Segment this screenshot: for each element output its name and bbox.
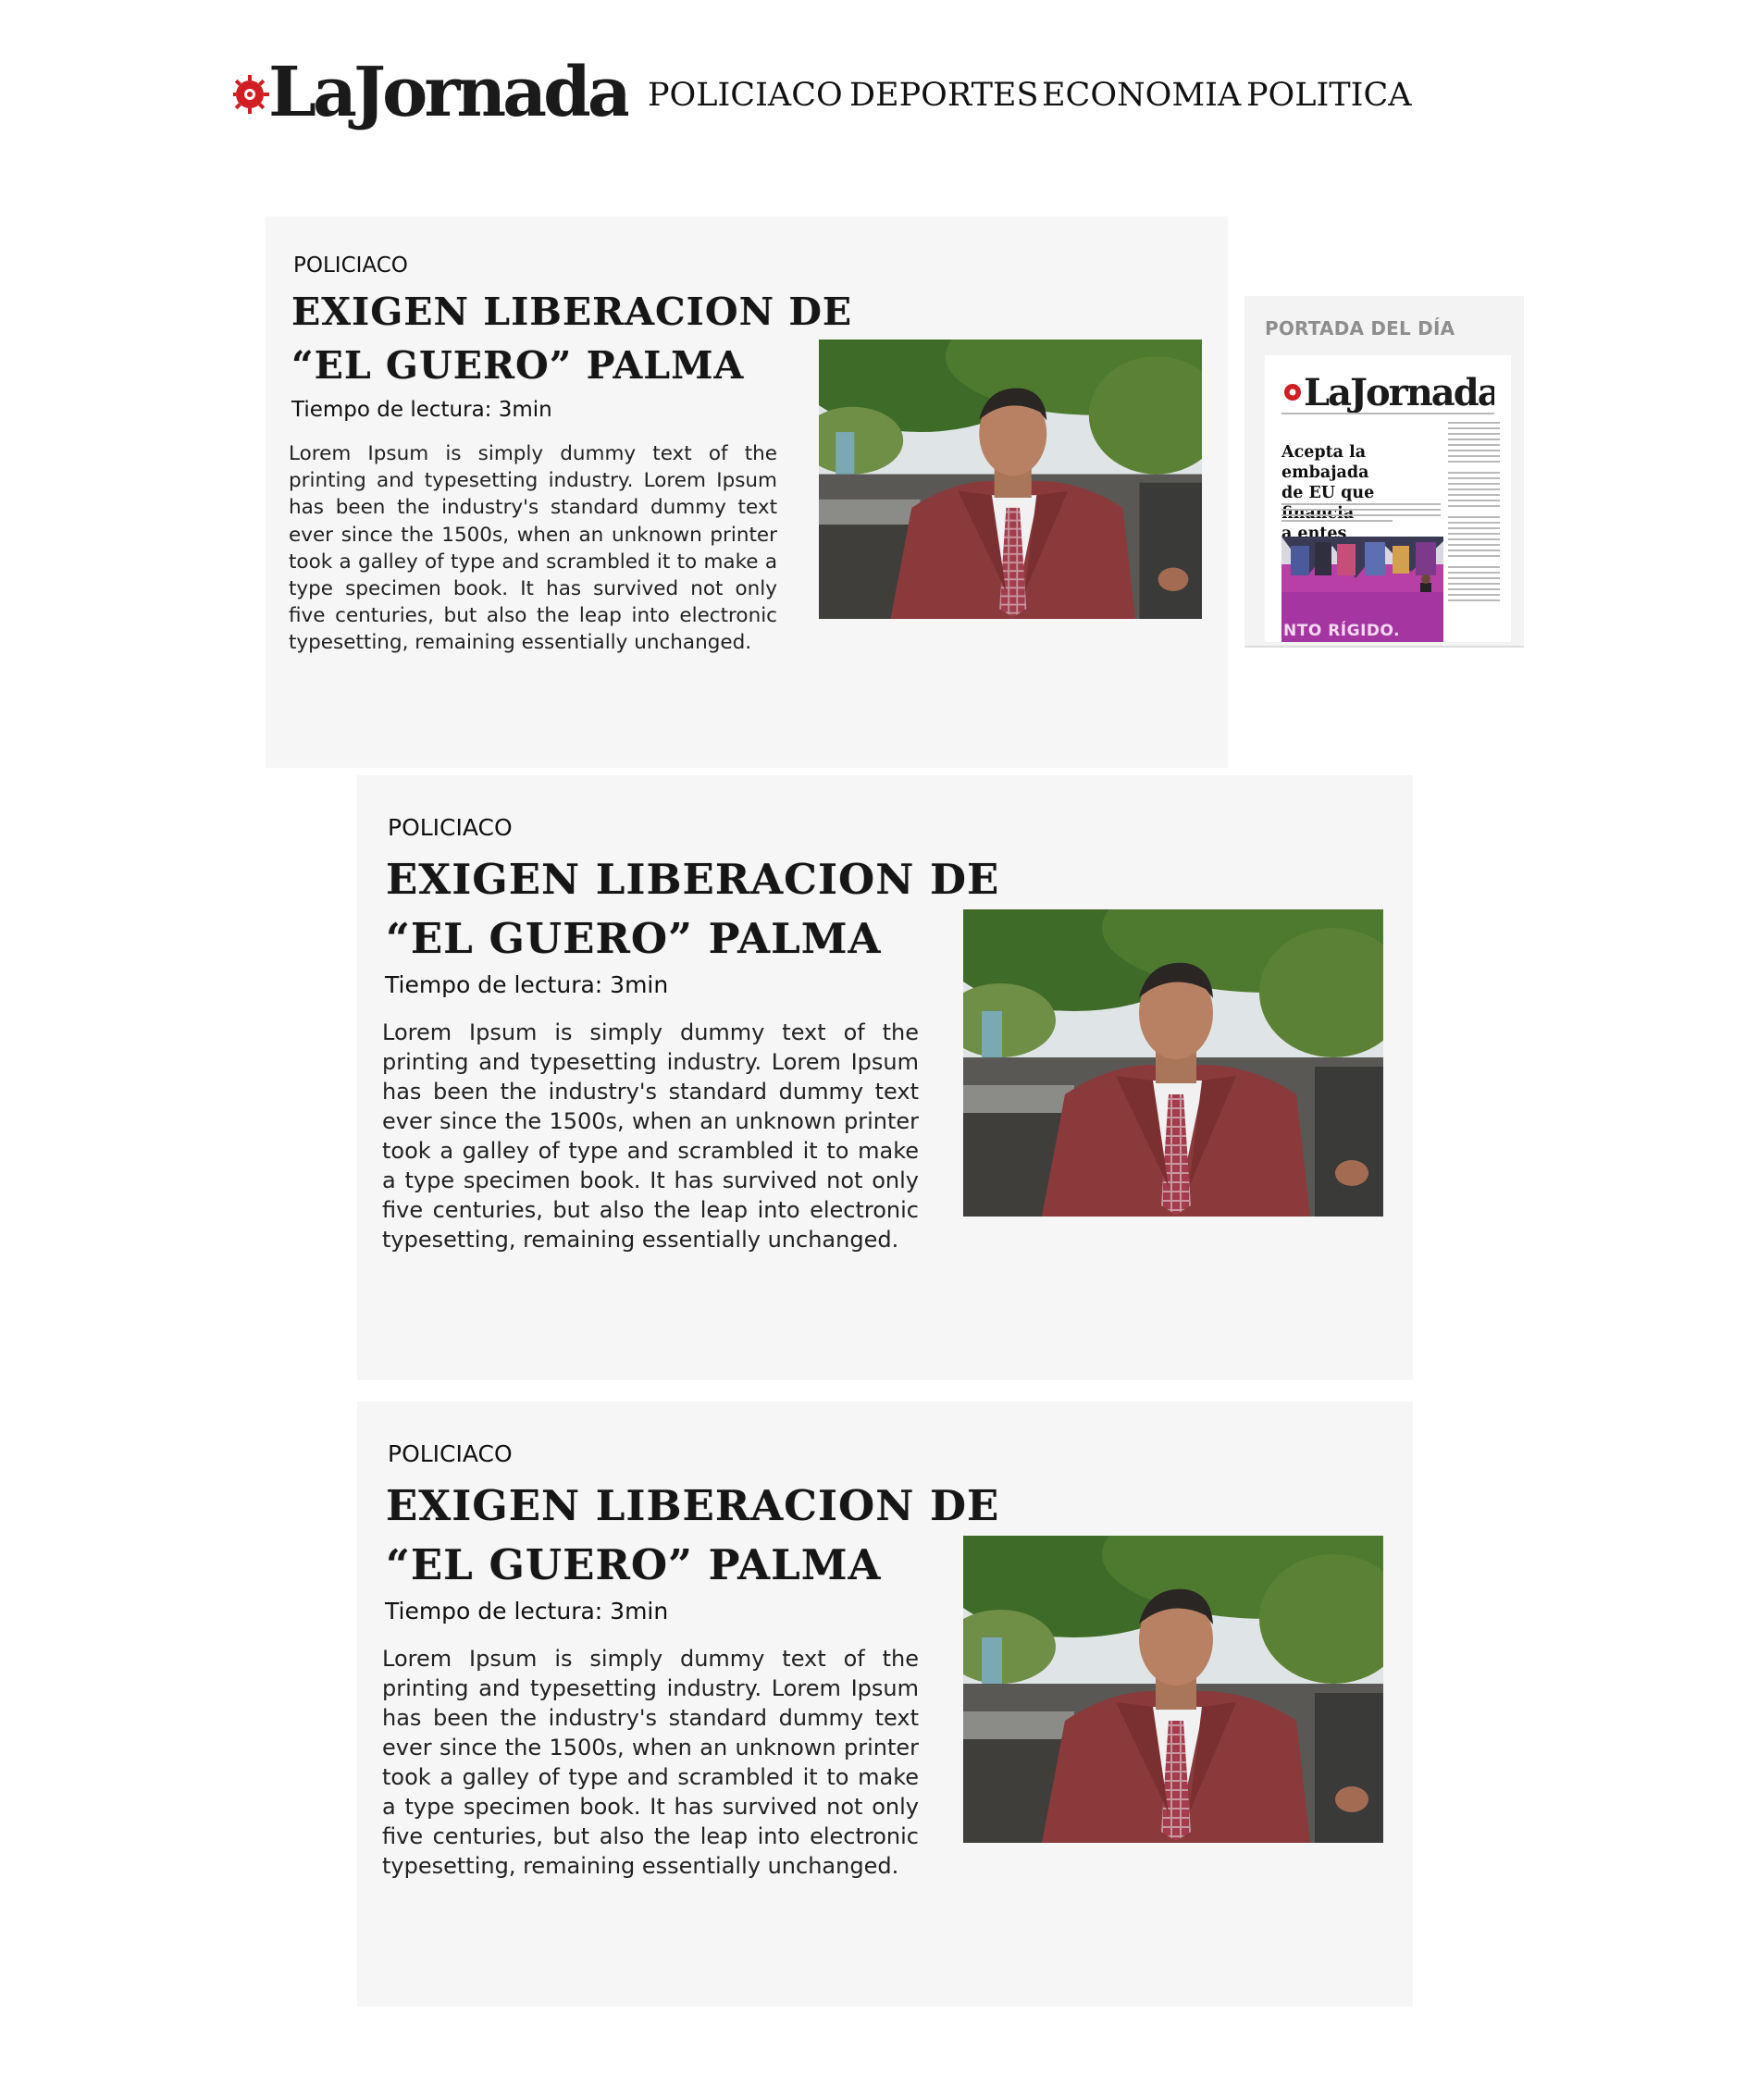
article-card-1[interactable]: POLICIACO EXIGEN LIBERACION DE “EL GUERO…: [266, 216, 1228, 768]
article-title[interactable]: EXIGEN LIBERACION DE “EL GUERO” PALMA: [291, 285, 852, 392]
portada-title: PORTADA DEL DÍA: [1265, 317, 1455, 340]
article-title-line-1: EXIGEN LIBERACION DE: [291, 290, 853, 334]
portada-del-dia: PORTADA DEL DÍA LaJornada Acepta la emba…: [1244, 296, 1524, 648]
cover-text-lines: [1281, 503, 1441, 525]
cover-photo-caption: NTO RÍGIDO.: [1283, 622, 1401, 640]
nav-item-deportes[interactable]: DEPORTES: [849, 76, 1038, 115]
article-photo[interactable]: [819, 340, 1202, 619]
svg-text:LaJornada: LaJornada: [268, 53, 628, 132]
site-logo[interactable]: LaJornada: [233, 51, 628, 138]
article-body: Lorem Ipsum is simply dummy text of the …: [289, 442, 777, 655]
article-card-2[interactable]: POLICIACO EXIGEN LIBERACION DE “EL GUERO…: [357, 775, 1413, 1380]
la-jornada-logo-icon: LaJornada: [233, 53, 628, 132]
reading-time: Tiempo de lectura: 3min: [385, 971, 669, 998]
article-body: Lorem Ipsum is simply dummy text of the …: [382, 1019, 919, 1253]
article-photo[interactable]: [963, 909, 1383, 1217]
article-title-line-2: “EL GUERO” PALMA: [386, 914, 882, 963]
article-title-line-1: EXIGEN LIBERACION DE: [386, 855, 1000, 904]
nav-item-politica[interactable]: POLITICA: [1246, 76, 1412, 115]
svg-text:LaJornada: LaJornada: [1304, 371, 1494, 413]
article-title-line-2: “EL GUERO” PALMA: [291, 343, 745, 388]
article-title[interactable]: EXIGEN LIBERACION DE “EL GUERO” PALMA: [386, 850, 999, 969]
reading-time: Tiempo de lectura: 3min: [291, 398, 552, 422]
article-title-line-2: “EL GUERO” PALMA: [386, 1540, 882, 1589]
article-category[interactable]: POLICIACO: [388, 816, 513, 839]
article-card-3[interactable]: POLICIACO EXIGEN LIBERACION DE “EL GUERO…: [357, 1402, 1413, 2007]
nav-item-policiaco[interactable]: POLICIACO: [648, 76, 843, 115]
cover-rule: [1281, 413, 1494, 418]
main-nav: POLICIACO DEPORTES ECONOMIA POLITICA: [648, 76, 1416, 122]
reading-time: Tiempo de lectura: 3min: [385, 1598, 669, 1624]
article-title-line-1: EXIGEN LIBERACION DE: [386, 1481, 1000, 1530]
front-page-thumbnail[interactable]: LaJornada Acepta la embajada de EU que f…: [1265, 355, 1511, 642]
nav-item-economia[interactable]: ECONOMIA: [1042, 76, 1241, 115]
cover-side-column: [1448, 422, 1500, 642]
cover-photo: NTO RÍGIDO.: [1281, 537, 1443, 642]
article-title[interactable]: EXIGEN LIBERACION DE “EL GUERO” PALMA: [386, 1476, 999, 1595]
article-body: Lorem Ipsum is simply dummy text of the …: [382, 1646, 919, 1879]
article-category[interactable]: POLICIACO: [388, 1442, 513, 1465]
article-category[interactable]: POLICIACO: [293, 255, 408, 277]
article-photo[interactable]: [963, 1536, 1383, 1843]
cover-logo-icon: LaJornada: [1284, 371, 1494, 413]
